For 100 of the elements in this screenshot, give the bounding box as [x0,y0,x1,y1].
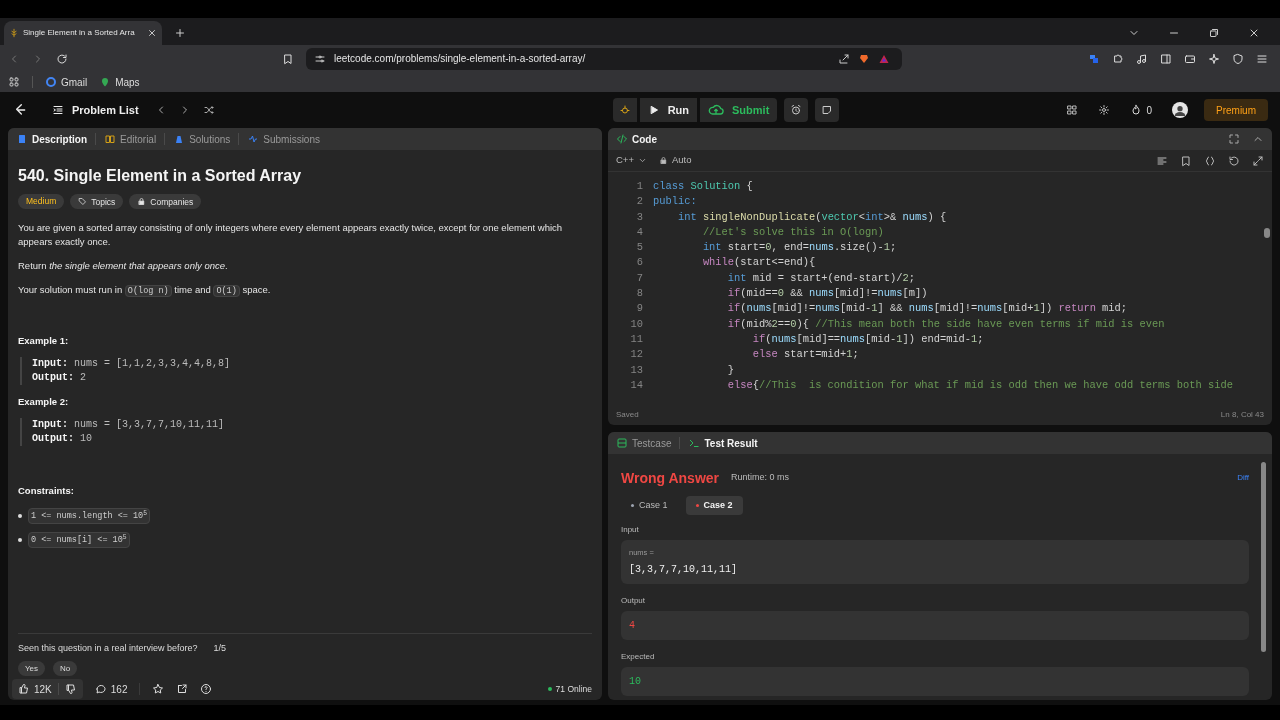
code-line: //Let's solve this in O(logn) [701,224,884,240]
terminal-icon [688,437,701,449]
line-number: 2 [635,194,644,210]
tag-chip[interactable]: Companies [129,194,202,209]
help-icon[interactable] [200,683,213,695]
case-tab[interactable]: Case 2 [685,496,743,515]
run-button[interactable]: Run [639,98,697,122]
bookmark[interactable]: Gmail [45,74,88,90]
format-icon[interactable] [1156,154,1168,167]
fullscreen-icon[interactable] [1228,133,1240,145]
output-value: 4 [629,619,635,634]
panel-tab[interactable]: Description [16,131,87,147]
menu-icon[interactable] [1256,52,1268,65]
answer-button[interactable]: Yes [18,661,46,676]
cursor-position: Ln 8, Col 43 [1220,409,1264,421]
line-number: 9 [635,301,644,317]
grid-icon[interactable] [1066,104,1079,116]
pulse-icon [247,133,260,145]
code-line: if(mid%2==0){ //This mean both the side have even terms if mid is even [726,316,1165,332]
list-icon [52,104,64,116]
comment-icon [94,683,107,695]
line-number: 6 [635,255,644,271]
expand-icon[interactable] [1252,154,1264,167]
scrollbar-thumb[interactable] [1264,228,1270,238]
verdict: Wrong Answer [621,468,719,488]
line-number: 8 [635,286,644,302]
description-text: Your solution must run in O(log n) time and O(1) space. [18,283,272,298]
cloud-upload-icon [708,102,724,118]
restore-icon[interactable] [1208,27,1220,39]
tag-chip[interactable]: Topics [70,194,124,209]
url-text: leetcode.com/problems/single-element-in-a-sorted-array/ [334,52,587,66]
music-icon[interactable] [1136,52,1148,65]
debug-button[interactable] [612,98,637,122]
submit-button[interactable]: Submit [700,98,778,122]
close-icon[interactable] [147,28,157,38]
browser-tab[interactable]: Single Element in a Sorted Arra [4,21,162,45]
reset-icon[interactable] [1228,154,1240,167]
panel-tab[interactable]: Editorial [104,131,157,147]
thumbs-up-icon [18,683,30,695]
case-tab[interactable]: Case 1 [621,496,678,515]
line-number: 7 [635,270,644,286]
sparkle-icon[interactable] [1208,52,1220,65]
panel-tab[interactable]: Testcase [616,435,672,451]
panel-tab[interactable]: Solutions [173,131,231,147]
problem-title: 540. Single Element in a Sorted Array [18,166,303,186]
answer-button[interactable]: No [53,661,78,676]
code-line: if(mid==0 && nums[mid]!=nums[m]) [726,286,928,302]
line-number: 1 [635,179,644,194]
address-bar[interactable]: leetcode.com/problems/single-element-in-a-sorted-array/ [306,47,902,70]
share-icon[interactable] [838,52,850,65]
share-icon[interactable] [176,683,189,695]
avatar[interactable] [1172,102,1188,118]
thumbs-down-icon [64,683,77,695]
braces-icon[interactable] [1204,154,1216,167]
comments-button[interactable]: 162 [94,681,128,697]
close-icon[interactable] [1248,27,1260,39]
diff-link[interactable]: Diff [1237,472,1249,484]
description-text: You are given a sorted array consisting of only integers where every element appears exactly twice, except for one element which appears exactly once. [18,221,564,249]
streak-counter[interactable]: 0 [1130,102,1152,118]
wallet-icon[interactable] [1184,52,1196,65]
example-heading: Example 1: [18,334,70,348]
bookmark[interactable]: Maps [99,74,140,90]
timer-button[interactable] [784,98,809,122]
shuffle-icon[interactable] [202,104,215,116]
field-label: Expected [621,651,656,664]
code-line: if(nums[mid]==nums[mid-1]) end=mid-1; [751,331,984,347]
example-heading: Example 2: [18,395,70,409]
code-line: if(nums[mid]!=nums[mid-1] && nums[mid]!=nums[mid+1]) return mid; [726,301,1128,317]
tag-icon [78,197,88,206]
line-number: 12 [629,347,644,363]
save-status: Saved [616,409,639,421]
line-number: 3 [635,209,644,225]
shield-icon[interactable] [1232,52,1244,65]
code-line: public: [652,194,697,210]
code-line: while(start<=end){ [701,255,816,271]
book-icon [104,133,116,145]
input-value: [3,3,7,7,10,11,11] [629,563,739,578]
bullet-icon [18,538,22,542]
code-line: int start=0, end=nums.size()-1; [701,240,897,256]
apps-icon[interactable] [8,76,20,88]
bookmark-icon[interactable] [1180,154,1192,167]
problem-list-link[interactable]: Problem List [52,101,139,119]
example-line: Output: 10 [32,432,94,446]
line-number: 13 [629,362,644,378]
bookmark-icon[interactable] [282,52,294,65]
constraints-heading: Constraints: [18,484,75,498]
panel-tab[interactable]: Submissions [247,131,320,147]
new-tab-icon[interactable] [174,27,186,39]
settings-icon[interactable] [1098,104,1111,116]
code-line: int singleNonDuplicate(vector<int>& nums) { [676,209,947,225]
notes-button[interactable] [815,98,840,122]
star-icon[interactable] [152,683,165,695]
line-number: 14 [629,377,644,393]
sidebar-icon[interactable] [1160,52,1172,65]
reload-icon[interactable] [56,52,68,65]
extension-icon[interactable] [1088,52,1100,65]
premium-button[interactable]: Premium [1204,99,1268,121]
language-dropdown[interactable]: C++ [616,153,647,168]
panel-tab[interactable]: Test Result [688,435,758,451]
scrollbar-thumb[interactable] [1261,462,1266,652]
